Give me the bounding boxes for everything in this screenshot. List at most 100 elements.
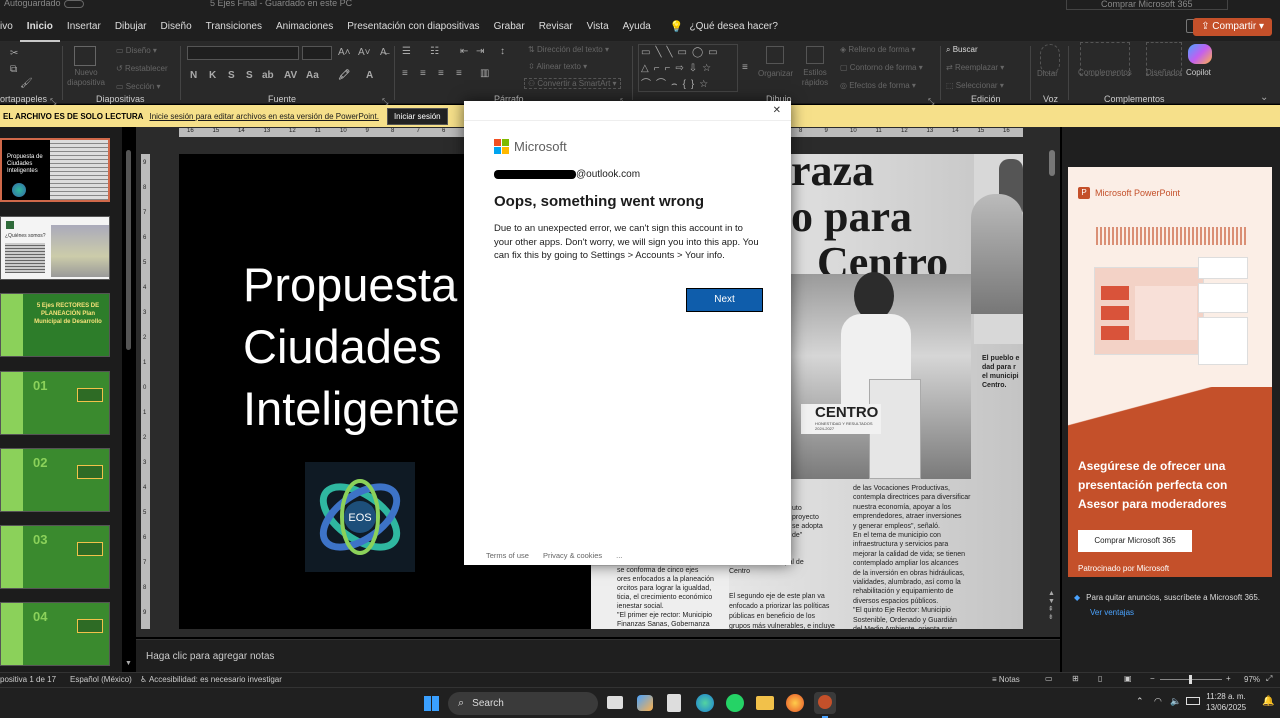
slideshow-icon[interactable]: ▣	[1124, 674, 1132, 683]
fit-slide-icon[interactable]: ⤢	[1266, 674, 1272, 684]
quick-styles-button[interactable]: Estilos rápidos	[800, 68, 830, 88]
menu-tab[interactable]: Dibujar	[108, 12, 154, 42]
section-button[interactable]: ▭ Sección ▾	[116, 82, 161, 91]
ad-buy-button[interactable]: Comprar Microsoft 365	[1078, 530, 1192, 552]
windows-start-icon[interactable]	[424, 696, 439, 711]
menu-tab[interactable]: Grabar	[487, 12, 532, 42]
shape-fill-button[interactable]: ◈ Relleno de forma ▾	[840, 45, 916, 54]
shapes-gallery[interactable]: ▭╲╲▭◯▭ △⌐⌐⇨⇩☆ ⌒⌒⌢{}☆	[638, 44, 738, 92]
designer-button[interactable]: Diseñador	[1146, 68, 1182, 77]
shape-effects-button[interactable]: ◎ Efectos de forma ▾	[840, 81, 916, 90]
find-button[interactable]: ⌕ Buscar	[946, 45, 978, 55]
thumbnail-slide-4[interactable]: 01	[0, 371, 110, 435]
slide-sorter-icon[interactable]: ⊞	[1072, 674, 1079, 683]
cut-icon[interactable]: ✂	[10, 48, 18, 60]
bold-icon[interactable]: N	[190, 70, 197, 82]
thumbnail-slide-7[interactable]: 04	[0, 602, 110, 666]
align-right-icon[interactable]: ≡	[438, 68, 444, 80]
copilot-button[interactable]: Copilot	[1186, 68, 1211, 77]
select-button[interactable]: ⬚ Seleccionar ▾	[946, 81, 1004, 90]
menu-tab[interactable]: Presentación con diapositivas	[340, 12, 486, 42]
firefox-icon[interactable]	[786, 694, 804, 712]
editor-scrollbar[interactable]	[1049, 150, 1055, 176]
arrange-icon[interactable]	[766, 46, 784, 64]
shadow-icon[interactable]: S	[246, 70, 253, 82]
smartart-button[interactable]: ⚇ Convertir a SmartArt ▾	[524, 78, 621, 89]
task-view-icon[interactable]	[607, 696, 623, 709]
copilot-taskbar-icon[interactable]	[637, 695, 653, 711]
scroll-down-icon[interactable]: ▼	[125, 660, 132, 667]
scroll-arrows[interactable]: ▲ ▼ ⇞ ⇟	[1048, 590, 1055, 622]
align-text-button[interactable]: ⇳ Alinear texto ▾	[528, 62, 587, 71]
collapse-ribbon-icon[interactable]: ⌄	[1260, 92, 1268, 104]
notification-bell-icon[interactable]: 🔔	[1262, 696, 1274, 707]
accessibility-status[interactable]: ♿ Accesibilidad: es necesario investigar	[140, 675, 282, 684]
font-color-icon[interactable]: A	[366, 70, 373, 82]
line-spacing-icon[interactable]: ↕	[500, 46, 505, 58]
menu-tab[interactable]: Revisar	[532, 12, 580, 42]
edge-icon[interactable]	[696, 694, 714, 712]
shrink-font-icon[interactable]: A˅	[358, 47, 371, 59]
notes-toggle[interactable]: ≡ Notas	[992, 675, 1020, 684]
replace-button[interactable]: ⇄ Reemplazar ▾	[946, 63, 1004, 72]
menu-tab[interactable]: ivo	[0, 12, 20, 42]
quick-styles-icon[interactable]	[806, 46, 824, 64]
layout-button[interactable]: ▭ Diseño ▾	[116, 46, 157, 55]
center-icon[interactable]: ≡	[420, 68, 426, 80]
ad-see-benefits-link[interactable]: Ver ventajas	[1090, 608, 1134, 617]
menu-tab[interactable]: Animaciones	[269, 12, 340, 42]
shape-outline-button[interactable]: ▢ Contorno de forma ▾	[840, 63, 923, 72]
buy-button[interactable]: Comprar Microsoft 365	[1066, 0, 1228, 10]
notes-placeholder[interactable]: Haga clic para agregar notas	[146, 651, 274, 662]
taskbar-search[interactable]: ⌕ Search	[448, 692, 598, 715]
thumbnail-slide-6[interactable]: 03	[0, 525, 110, 589]
thumbnail-scrollbar[interactable]	[126, 150, 131, 350]
slide-title[interactable]: Propuesta Ciudades Inteligente	[243, 254, 460, 440]
thumbnail-slide-1[interactable]: Propuesta de Ciudades Inteligentes	[0, 138, 110, 202]
grow-font-icon[interactable]: A˄	[338, 47, 351, 59]
whatsapp-icon[interactable]	[726, 694, 744, 712]
autosave-toggle[interactable]	[64, 0, 84, 8]
justify-icon[interactable]: ≡	[456, 68, 462, 80]
zoom-in-icon[interactable]: +	[1226, 674, 1231, 683]
volume-icon[interactable]: 🔈	[1170, 696, 1181, 707]
text-direction-button[interactable]: ⇅ Dirección del texto ▾	[528, 45, 609, 54]
calculator-icon[interactable]	[667, 694, 681, 712]
new-slide-label[interactable]: Nuevo diapositiva	[66, 68, 106, 88]
new-slide-icon[interactable]	[74, 46, 96, 66]
language[interactable]: Español (México)	[70, 675, 132, 684]
strikethrough-icon[interactable]: ab	[262, 70, 274, 82]
zoom-thumb[interactable]	[1189, 675, 1192, 684]
increase-indent-icon[interactable]: ⇥	[476, 46, 484, 58]
clear-format-icon[interactable]: A̶	[380, 47, 387, 59]
normal-view-icon[interactable]: ▭	[1045, 674, 1053, 683]
privacy-link[interactable]: Privacy & cookies	[543, 551, 602, 560]
numbering-icon[interactable]: ☷	[430, 46, 439, 58]
bullets-icon[interactable]: ☰	[402, 46, 411, 58]
terms-link[interactable]: Terms of use	[486, 551, 529, 560]
menu-tab[interactable]: Ayuda	[616, 12, 658, 42]
eos-logo[interactable]: EOS	[305, 462, 415, 572]
columns-icon[interactable]: ▥	[480, 68, 489, 80]
copilot-icon[interactable]	[1188, 44, 1212, 64]
add-ins-button[interactable]: Complementos	[1078, 68, 1132, 77]
zoom-out-icon[interactable]: −	[1150, 674, 1155, 683]
dictate-button[interactable]: Dictar	[1037, 69, 1058, 78]
spacing-icon[interactable]: AV	[284, 70, 297, 82]
zoom-level[interactable]: 97%	[1244, 675, 1260, 684]
next-button[interactable]: Next	[686, 288, 763, 312]
more-options-button[interactable]: ...	[616, 551, 622, 560]
sign-in-button[interactable]: Iniciar sesión	[386, 107, 448, 125]
menu-tab[interactable]: Diseño	[154, 12, 199, 42]
ad-card[interactable]: P Microsoft PowerPoint Asegúrese de ofre…	[1068, 167, 1272, 577]
powerpoint-taskbar-button[interactable]	[814, 692, 836, 714]
reading-view-icon[interactable]: ▯	[1098, 674, 1102, 683]
align-left-icon[interactable]: ≡	[402, 68, 408, 80]
change-case-icon[interactable]: Aa	[306, 70, 319, 82]
italic-icon[interactable]: K	[209, 70, 216, 82]
thumbnail-slide-2[interactable]: ¿Quiénes somos?	[0, 216, 110, 280]
font-size-box[interactable]	[302, 46, 332, 60]
wifi-icon[interactable]: ◠	[1154, 696, 1162, 707]
reset-button[interactable]: ↺ Restablecer	[116, 64, 168, 73]
font-name-box[interactable]	[187, 46, 299, 60]
